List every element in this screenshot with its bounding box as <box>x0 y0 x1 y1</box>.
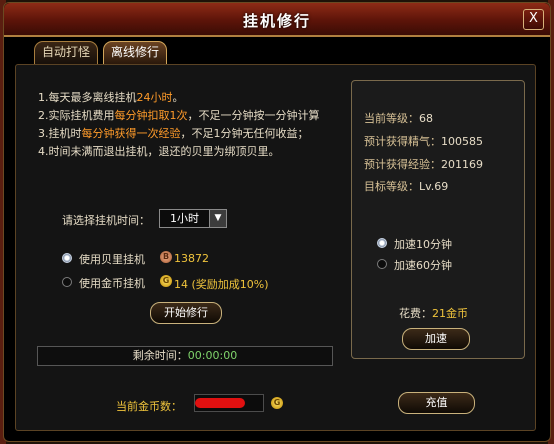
speed-10min-radio[interactable] <box>377 238 387 248</box>
dialog-title: 挂机修行 <box>242 12 311 30</box>
start-training-button[interactable]: 开始修行 <box>150 302 222 324</box>
gold-hang-radio[interactable] <box>62 277 72 287</box>
time-select-label: 请选择挂机时间： <box>62 214 150 227</box>
speed-10min-label[interactable]: 加速10分钟 <box>394 236 452 252</box>
gold-coin-icon: G <box>160 275 172 287</box>
berry-hang-label[interactable]: 使用贝里挂机 <box>79 251 145 267</box>
berry-coin-icon: B <box>160 251 172 263</box>
berry-hang-radio[interactable] <box>62 253 72 263</box>
target-level-row: 目标等级：Lv.69 <box>364 180 449 193</box>
gold-count-box <box>194 394 264 412</box>
speed-60min-label[interactable]: 加速60分钟 <box>394 257 452 273</box>
speed-up-button[interactable]: 加速 <box>402 328 470 350</box>
speed-60min-radio[interactable] <box>377 259 387 269</box>
tab-auto-fight[interactable]: 自动打怪 <box>34 41 99 64</box>
time-select-value: 1小时 <box>170 212 199 225</box>
time-select-dropdown[interactable]: 1小时 ▼ <box>159 209 227 228</box>
redaction-mark <box>195 398 245 408</box>
remaining-time-value: 00:00:00 <box>187 349 238 362</box>
rule-line-3: 3.挂机时每分钟获得一次经验，不足1分钟无任何收益； <box>38 127 309 140</box>
gold-cost: 14 (奖励加成10%) <box>174 278 269 291</box>
rule-line-4: 4.时间未满而退出挂机，退还的贝里为绑顶贝里。 <box>38 145 280 158</box>
close-button[interactable]: X <box>523 9 544 30</box>
gold-hang-label[interactable]: 使用金币挂机 <box>79 275 145 291</box>
current-level-row: 当前等级：68 <box>364 112 433 125</box>
expected-spirit-row: 预计获得精气：100585 <box>364 135 483 148</box>
cost-row: 花费：21金币 <box>399 307 468 320</box>
rule-line-2: 2.实际挂机费用每分钟扣取1次，不足一分钟按一分钟计算 <box>38 109 320 122</box>
berry-cost: 13872 <box>174 252 209 265</box>
rules-list: 1.每天最多离线挂机24小时。 2.实际挂机费用每分钟扣取1次，不足一分钟按一分… <box>38 89 320 161</box>
remaining-time-bar: 剩余时间：00:00:00 <box>37 346 333 366</box>
rule-line-1: 1.每天最多离线挂机24小时。 <box>38 91 184 104</box>
remaining-time-label: 剩余时间： <box>132 349 188 362</box>
gold-count-label: 当前金币数： <box>116 400 182 413</box>
gold-coin-icon: G <box>271 397 283 409</box>
chevron-down-icon[interactable]: ▼ <box>209 210 226 227</box>
tab-offline-training[interactable]: 离线修行 <box>103 41 168 64</box>
title-bar: 挂机修行 X <box>4 3 550 37</box>
expected-exp-row: 预计获得经验：201169 <box>364 158 483 171</box>
recharge-button[interactable]: 充值 <box>398 392 475 414</box>
